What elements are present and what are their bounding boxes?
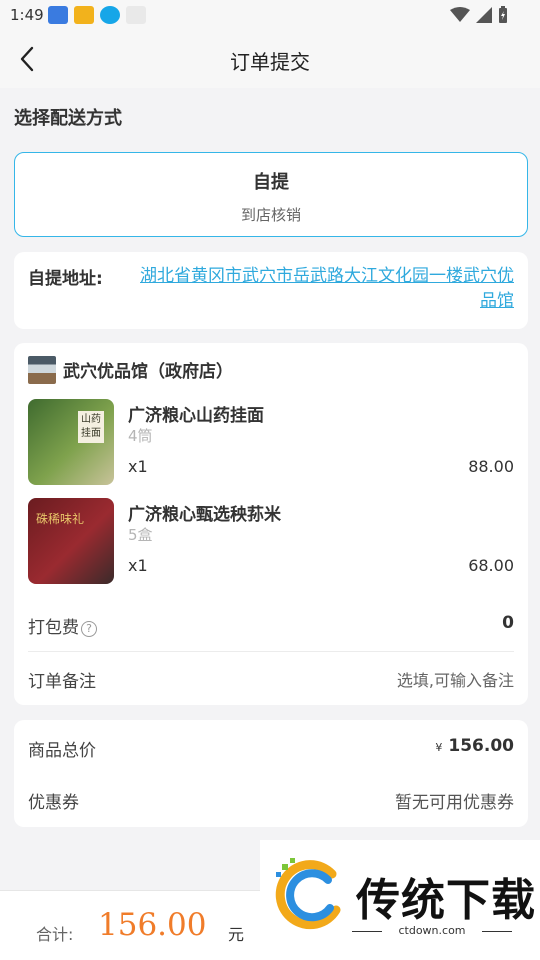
product-quantity: x1 [128, 556, 148, 575]
delivery-section-title: 选择配送方式 [14, 108, 122, 129]
system-icons [450, 6, 508, 24]
battery-icon [499, 6, 507, 23]
product-image-label: 硃稀味礼 [36, 512, 85, 526]
packing-fee-row: 打包费? 0 [28, 613, 514, 638]
product-image-label: 山药挂面 [78, 411, 104, 443]
wifi-icon [450, 7, 470, 22]
page-title: 订单提交 [230, 50, 310, 74]
notification-icons [48, 6, 146, 24]
order-note-row[interactable]: 订单备注 选填,可输入备注 [28, 667, 514, 692]
delivery-option-title: 自提 [253, 172, 289, 193]
product-item[interactable]: 硃稀味礼 广济粮心甄选秧荪米 5盒 x1 68.00 [28, 498, 514, 584]
app-notification-icon [48, 6, 68, 24]
store-name: 武穴优品馆（政府店） [63, 362, 233, 382]
watermark-url: ctdown.com [352, 924, 512, 937]
totals-card: 商品总价 ¥156.00 优惠券 暂无可用优惠券 [14, 720, 528, 827]
app-notification-icon [126, 6, 146, 24]
product-image: 硃稀味礼 [28, 498, 114, 584]
help-icon[interactable]: ? [81, 621, 97, 637]
goods-total-row: 商品总价 ¥156.00 [28, 736, 514, 761]
pickup-address-label: 自提地址: [28, 269, 103, 289]
sum-amount: 156.00 [98, 907, 207, 943]
store-card: 武穴优品馆（政府店） 山药挂面 广济粮心山药挂面 4筒 x1 88.00 硃稀味… [14, 343, 528, 705]
delivery-option-subtitle: 到店核销 [240, 206, 301, 224]
packing-fee-label-group: 打包费? [28, 613, 97, 638]
product-spec: 5盒 [128, 526, 153, 544]
order-note-label: 订单备注 [28, 672, 96, 692]
pickup-address-link[interactable]: 湖北省黄冈市武穴市岳武路大江文化园一楼武穴优品馆 [129, 264, 514, 314]
signal-icon [476, 7, 492, 23]
watermark-text: 传统下载 [356, 875, 536, 926]
product-price: 68.00 [468, 556, 514, 575]
status-bar: 1:49 [0, 0, 540, 30]
app-notification-icon [74, 6, 94, 24]
product-price: 88.00 [468, 457, 514, 476]
watermark: 传统下载 ctdown.com [260, 840, 540, 960]
packing-fee-value: 0 [502, 613, 514, 633]
pickup-address-card: 自提地址: 湖北省黄冈市武穴市岳武路大江文化园一楼武穴优品馆 [14, 252, 528, 329]
coupon-row[interactable]: 优惠券 暂无可用优惠券 [28, 788, 514, 813]
sum-label: 合计: [36, 925, 74, 944]
status-time: 1:49 [10, 6, 44, 24]
goods-total-value: 156.00 [448, 736, 514, 756]
product-spec: 4筒 [128, 427, 153, 445]
order-note-input[interactable]: 选填,可输入备注 [397, 667, 514, 691]
coupon-value: 暂无可用优惠券 [395, 793, 514, 813]
currency-symbol: ¥ [435, 741, 443, 754]
product-quantity: x1 [128, 457, 148, 476]
goods-total-value-group: ¥156.00 [435, 736, 514, 756]
coupon-label: 优惠券 [28, 793, 79, 813]
product-item[interactable]: 山药挂面 广济粮心山药挂面 4筒 x1 88.00 [28, 399, 514, 485]
watermark-logo-icon [275, 858, 341, 930]
delivery-option-pickup[interactable]: 自提 到店核销 [14, 152, 528, 237]
packing-fee-label: 打包费 [28, 618, 79, 638]
goods-total-label: 商品总价 [28, 741, 96, 761]
nav-bar: 订单提交 [0, 30, 540, 88]
product-name: 广济粮心甄选秧荪米 [128, 505, 281, 525]
store-thumbnail [28, 356, 56, 384]
product-name: 广济粮心山药挂面 [128, 406, 264, 426]
sum-unit: 元 [228, 925, 245, 944]
download-notification-icon [100, 6, 120, 24]
product-image: 山药挂面 [28, 399, 114, 485]
divider [28, 651, 514, 652]
